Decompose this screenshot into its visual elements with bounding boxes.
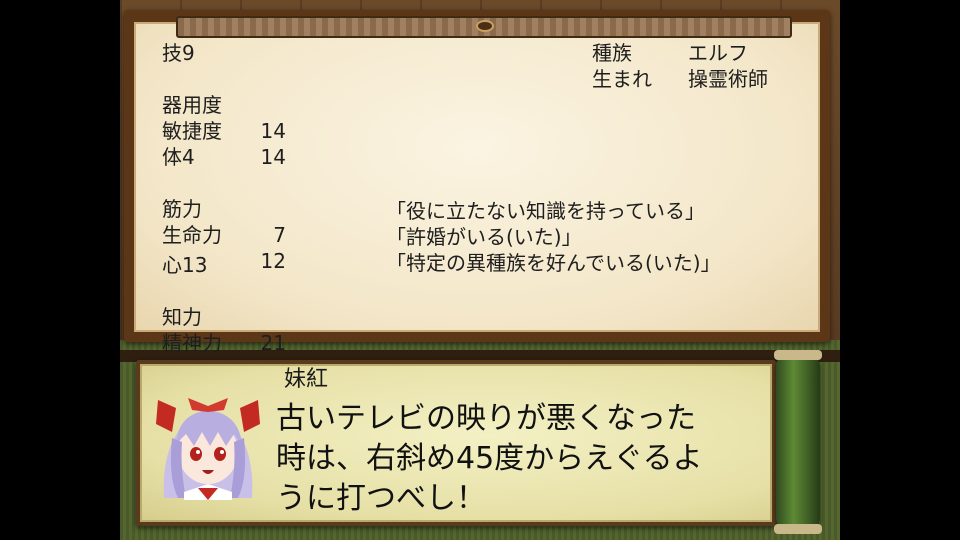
skill-header: 技9 — [162, 41, 195, 65]
stat-value-vitality: 12 — [260, 249, 286, 273]
trait-line: 「許婚がいる(いた)」 — [386, 225, 582, 249]
mind-header: 心13 — [162, 253, 208, 277]
stat-label-vitality: 生命力 — [162, 223, 222, 247]
stat-value-intelligence: 21 — [260, 331, 286, 355]
scroll-roll-cap-bottom — [774, 524, 822, 534]
stats-panel: 技9 器用度 14 敏捷度 14 体4 筋力 7 生命力 12 心13 知力 2… — [124, 10, 830, 381]
portrait-icon — [156, 398, 260, 500]
trait-line: 「役に立たない知識を持っている」 — [386, 199, 705, 223]
speaker-name: 妹紅 — [284, 367, 329, 392]
stats-parchment: 技9 器用度 14 敏捷度 14 体4 筋力 7 生命力 12 心13 知力 2… — [134, 22, 820, 381]
stat-value-dexterity: 14 — [260, 119, 286, 143]
dialog-line: 古いテレビの映りが悪くなった — [276, 401, 696, 436]
race-value: エルフ — [688, 41, 748, 65]
stat-value-agility: 14 — [260, 145, 286, 169]
game-screen: 技9 器用度 14 敏捷度 14 体4 筋力 7 生命力 12 心13 知力 2… — [120, 0, 840, 540]
birth-value: 操霊術師 — [688, 67, 768, 91]
stat-value-strength: 7 — [273, 223, 286, 247]
race-label: 種族 — [592, 41, 632, 65]
dialog-line: 時は、右斜め45度からえぐるよ — [276, 441, 703, 476]
scroll-roll — [776, 356, 820, 528]
character-portrait — [154, 388, 262, 500]
scroll-roll-cap-top — [774, 350, 822, 360]
stat-label-agility: 敏捷度 — [162, 119, 222, 143]
ornament-icon — [476, 20, 494, 32]
birth-label: 生まれ — [592, 67, 652, 91]
dialog-line: うに打つべし！ — [276, 481, 486, 516]
body-header: 体4 — [162, 145, 195, 169]
trait-line: 「特定の異種族を好んでいる(いた)」 — [386, 251, 721, 275]
stat-label-spirit: 精神力 — [162, 331, 222, 355]
